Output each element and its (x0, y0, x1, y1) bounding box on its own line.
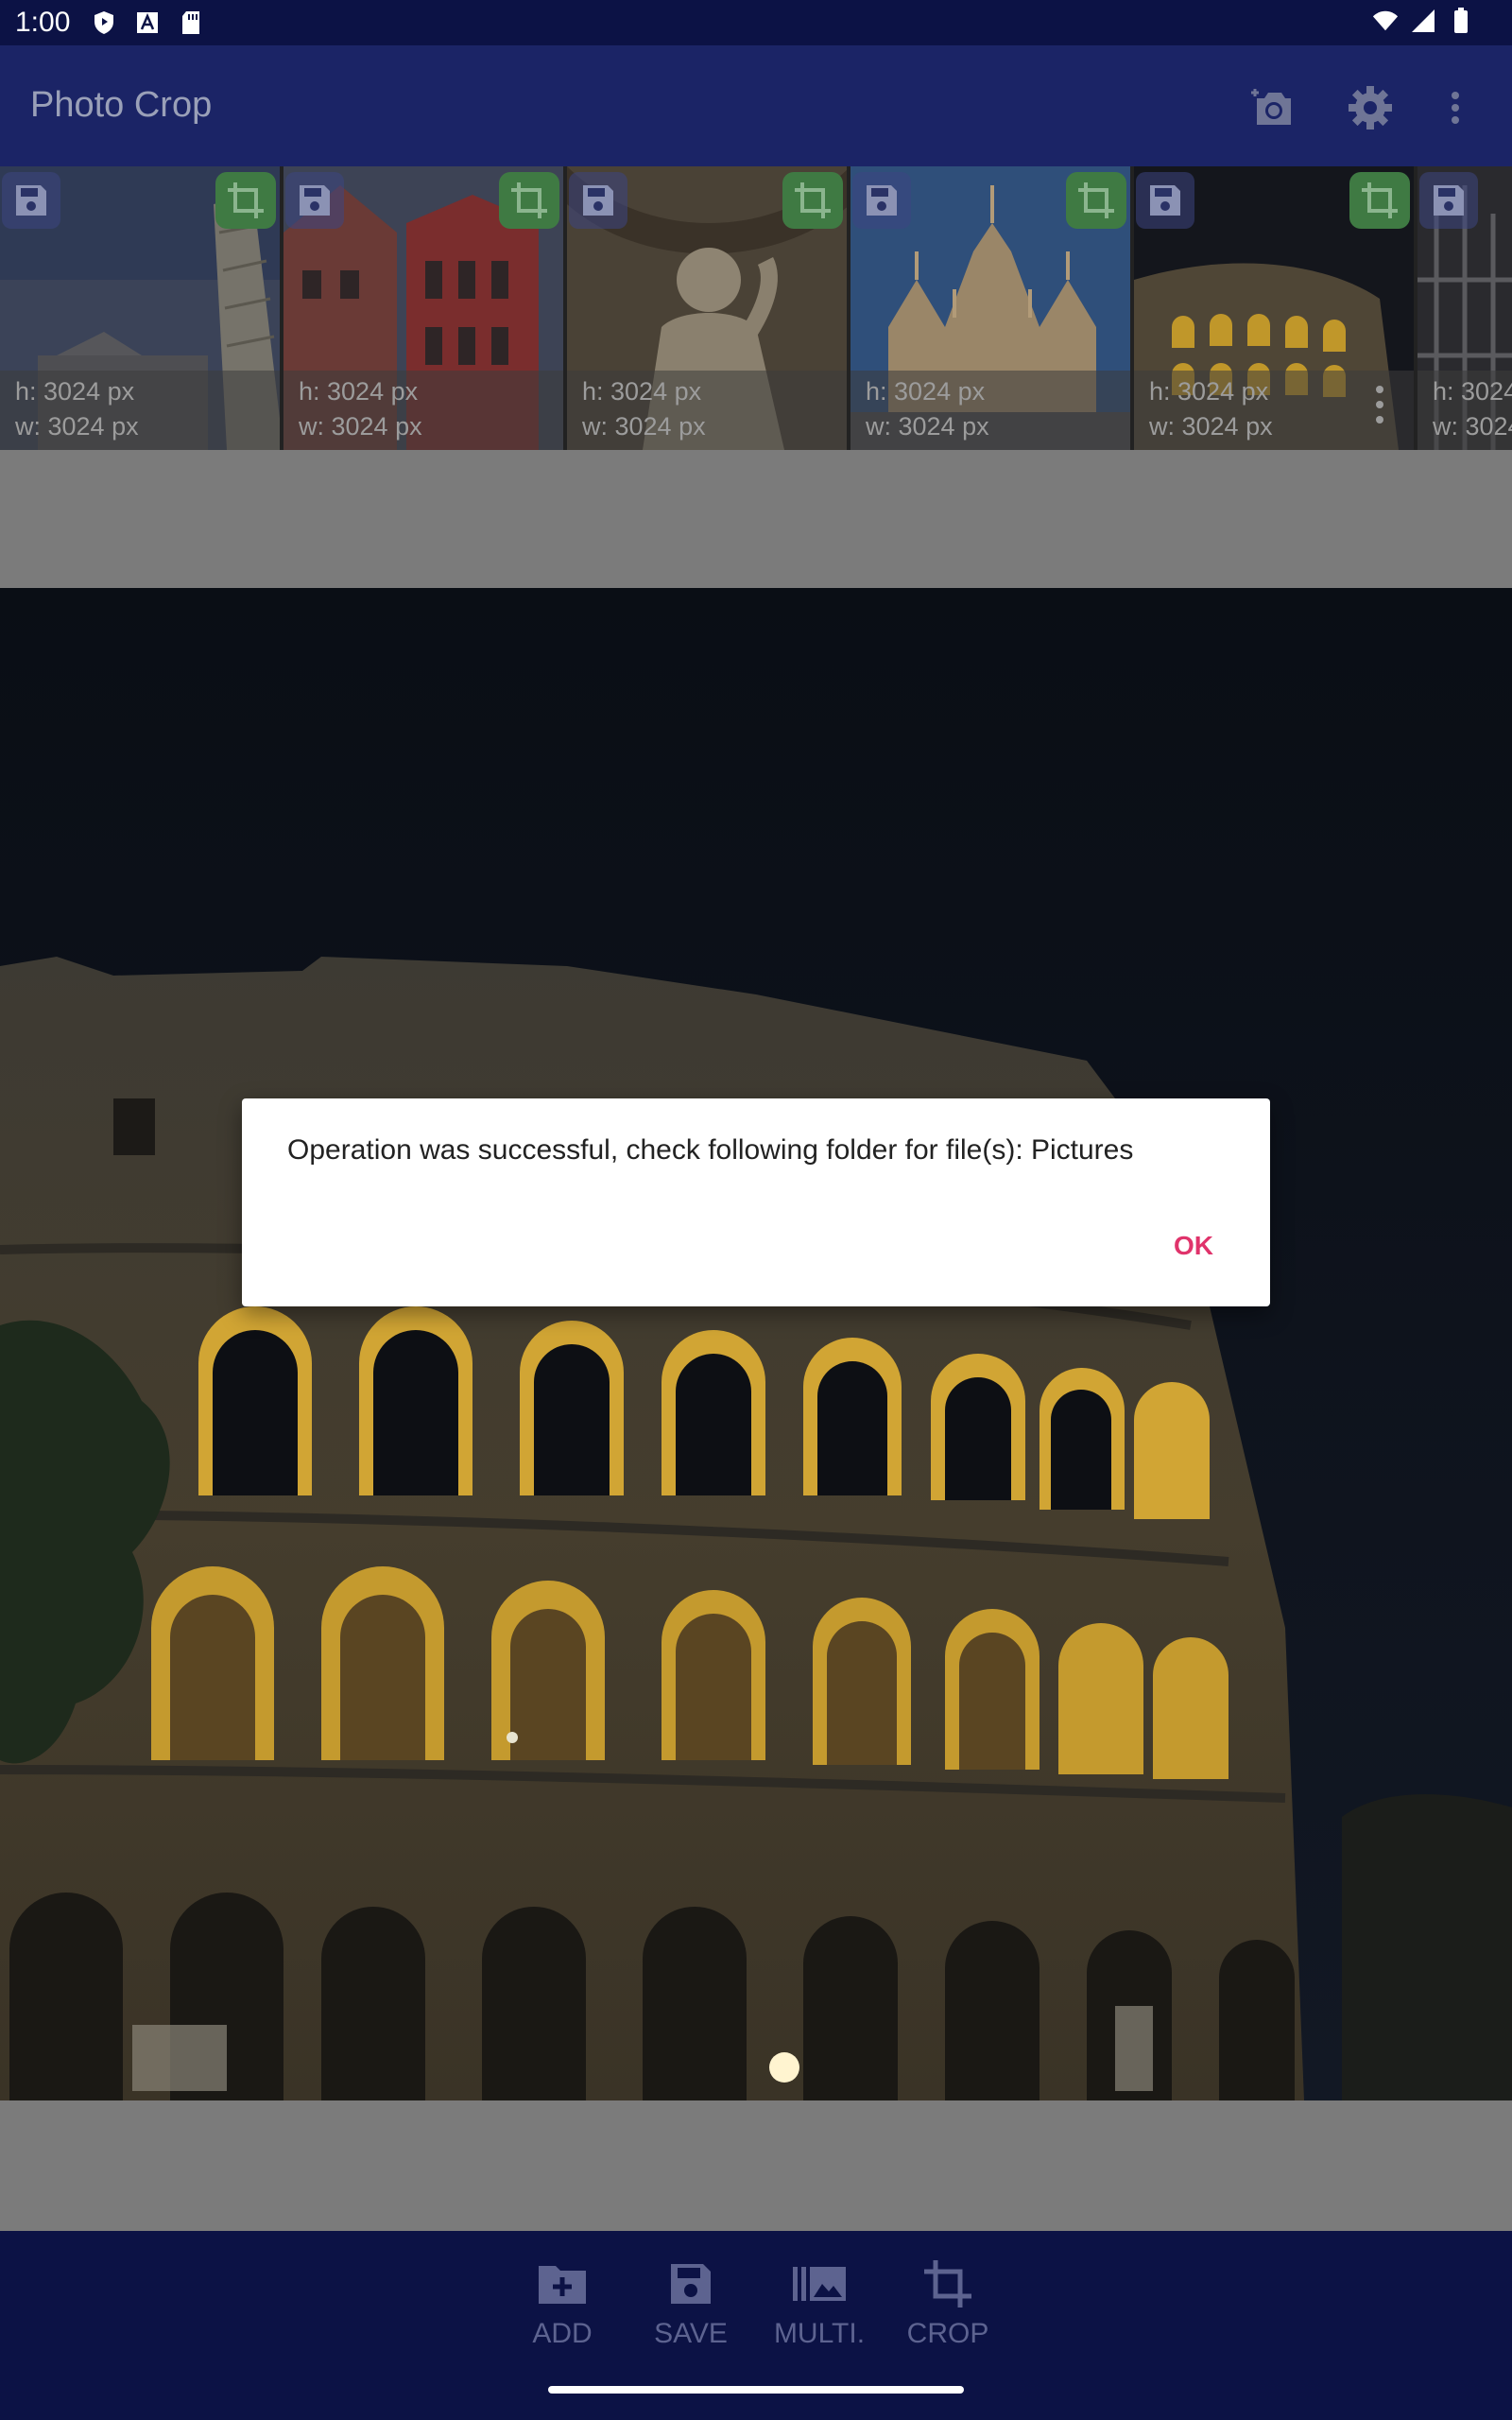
thumbnail-width: w: 3024 px (15, 412, 139, 441)
multi-image-icon (758, 2254, 881, 2314)
crop-icon (886, 2254, 1009, 2314)
status-time: 1:00 (15, 7, 71, 38)
wifi-icon (1372, 8, 1399, 34)
spacer-bottom (0, 2100, 1512, 2231)
thumbnail-info: h: 3024 px w: 3024 px (0, 371, 280, 450)
signal-icon (1410, 8, 1436, 34)
crop-icon[interactable] (1349, 172, 1410, 229)
sdcard-icon (178, 9, 204, 36)
save-icon[interactable] (852, 172, 911, 229)
nav-save-button[interactable]: SAVE (629, 2254, 752, 2367)
nav-crop-button[interactable]: CROP (886, 2254, 1009, 2367)
home-indicator[interactable] (548, 2386, 964, 2394)
nav-add-button[interactable]: ADD (501, 2254, 624, 2367)
main-photo-preview[interactable] (0, 588, 1512, 2100)
thumbnail-info: h: 3024 px w: 3024 px (567, 371, 847, 450)
crop-icon[interactable] (499, 172, 559, 229)
save-icon[interactable] (1136, 172, 1194, 229)
app-title: Photo Crop (30, 85, 213, 125)
success-dialog: Operation was successful, check followin… (242, 1098, 1270, 1306)
nav-multi-button[interactable]: MULTI. (758, 2254, 881, 2367)
thumbnail-width: w: 3024 px (1433, 412, 1512, 441)
app-bar: Photo Crop (0, 45, 1512, 166)
thumbnail-item[interactable]: h: 3024 px w: 3024 px (284, 166, 567, 450)
thumbnail-height: h: 3024 px (15, 377, 135, 406)
thumbnail-width: w: 3024 px (299, 412, 422, 441)
save-icon[interactable] (2, 172, 60, 229)
thumbnail-info: h: 3024 px w: 3024 px (850, 371, 1130, 450)
thumbnail-width: w: 3024 px (582, 412, 706, 441)
crop-icon[interactable] (1066, 172, 1126, 229)
thumbnail-more-icon[interactable] (1374, 386, 1385, 424)
thumbnail-height: h: 3024 px (582, 377, 702, 406)
thumbnail-item[interactable]: h: 3024 px w: 3024 px (567, 166, 850, 450)
folder-add-icon (501, 2254, 624, 2314)
save-icon (629, 2254, 752, 2314)
nav-save-label: SAVE (654, 2318, 728, 2349)
crop-icon[interactable] (215, 172, 276, 229)
thumbnail-info: h: 3024 px w: 3024 px (1134, 371, 1414, 450)
save-icon[interactable] (1419, 172, 1478, 229)
nav-crop-label: CROP (906, 2318, 989, 2349)
font-icon (134, 9, 161, 36)
thumbnail-item[interactable]: h: 3024 px w: 3024 px (0, 166, 284, 450)
dialog-ok-button[interactable]: OK (1174, 1231, 1213, 1261)
thumbnail-item-selected[interactable]: h: 3024 px w: 3024 px (1134, 166, 1418, 450)
colosseum-photo (0, 588, 1512, 2100)
crop-icon[interactable] (782, 172, 843, 229)
thumbnail-height: h: 3024 px (1433, 377, 1512, 406)
thumbnail-strip[interactable]: h: 3024 px w: 3024 px h: 3024 px w: 3024… (0, 166, 1512, 450)
settings-gear-icon[interactable] (1346, 83, 1395, 132)
thumbnail-height: h: 3024 px (866, 377, 986, 406)
save-icon[interactable] (285, 172, 344, 229)
camera-add-icon[interactable] (1249, 83, 1298, 132)
more-vert-icon[interactable] (1431, 83, 1480, 132)
thumbnail-item[interactable]: h: 3024 px w: 3024 px (850, 166, 1134, 450)
save-icon[interactable] (569, 172, 627, 229)
battery-icon (1448, 8, 1474, 34)
thumbnail-info: h: 3024 px w: 3024 px (284, 371, 563, 450)
thumbnail-height: h: 3024 px (299, 377, 419, 406)
thumbnail-width: w: 3024 px (866, 412, 989, 441)
dialog-message: Operation was successful, check followin… (287, 1134, 1134, 1166)
spacer-top (0, 450, 1512, 588)
nav-add-label: ADD (532, 2318, 593, 2349)
thumbnail-item[interactable]: h: 3024 px w: 3024 px (1418, 166, 1512, 450)
thumbnail-info: h: 3024 px w: 3024 px (1418, 371, 1512, 450)
shield-icon (91, 9, 117, 36)
nav-multi-label: MULTI. (773, 2318, 866, 2349)
status-bar: 1:00 (0, 0, 1512, 45)
